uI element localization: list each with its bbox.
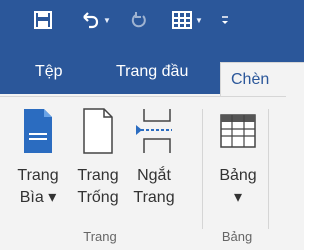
blank-page-label: Trang Trống (77, 167, 119, 206)
group-separator (202, 109, 203, 229)
group-separator (268, 109, 269, 229)
undo-button[interactable]: ▼ (80, 8, 111, 32)
tables-group-label: Bảng (221, 229, 253, 244)
blank-page-icon (83, 108, 113, 154)
tab-insert[interactable]: Chèn (220, 62, 304, 98)
undo-icon (83, 12, 99, 29)
undo-dropdown-arrow[interactable]: ▼ (103, 16, 111, 25)
save-icon (34, 11, 52, 29)
page-break-label: Ngắt Trang (133, 167, 175, 206)
table-icon (172, 11, 192, 29)
page-break-button[interactable]: Ngắt Trang (126, 107, 182, 217)
table-grid-icon (220, 114, 256, 148)
ribbon-overflow-edge (286, 96, 304, 250)
customize-qat-button[interactable] (220, 8, 230, 32)
cover-page-label: Trang Bìa ▾ (17, 167, 59, 206)
insert-table-button[interactable]: ▼ (172, 8, 203, 32)
ribbon-panel: Trang Bìa ▾ Trang Trống Ngắt Trang Trang (0, 96, 304, 250)
redo-icon (131, 12, 146, 28)
tab-file[interactable]: Tệp (35, 60, 63, 94)
table-dropdown-arrow[interactable]: ▼ (195, 16, 203, 25)
tab-home[interactable]: Trang đầu (116, 60, 188, 94)
redo-button[interactable] (130, 8, 148, 32)
save-button[interactable] (34, 8, 52, 32)
pages-group-label: Trang (83, 229, 117, 244)
word-app: ▼ ▼ Tệp Trang đầu Chèn Trang Bìa ▾ Trang… (0, 0, 304, 250)
blank-page-button[interactable]: Trang Trống (70, 107, 126, 217)
cover-page-icon (24, 109, 52, 153)
cover-page-button[interactable]: Trang Bìa ▾ (10, 107, 66, 217)
table-label: Bảng ▾ (219, 167, 257, 206)
table-button[interactable]: Bảng ▾ (210, 107, 266, 217)
quick-access-toolbar: ▼ ▼ (0, 0, 304, 48)
customize-qat-icon (222, 16, 228, 24)
page-break-icon (136, 109, 172, 153)
